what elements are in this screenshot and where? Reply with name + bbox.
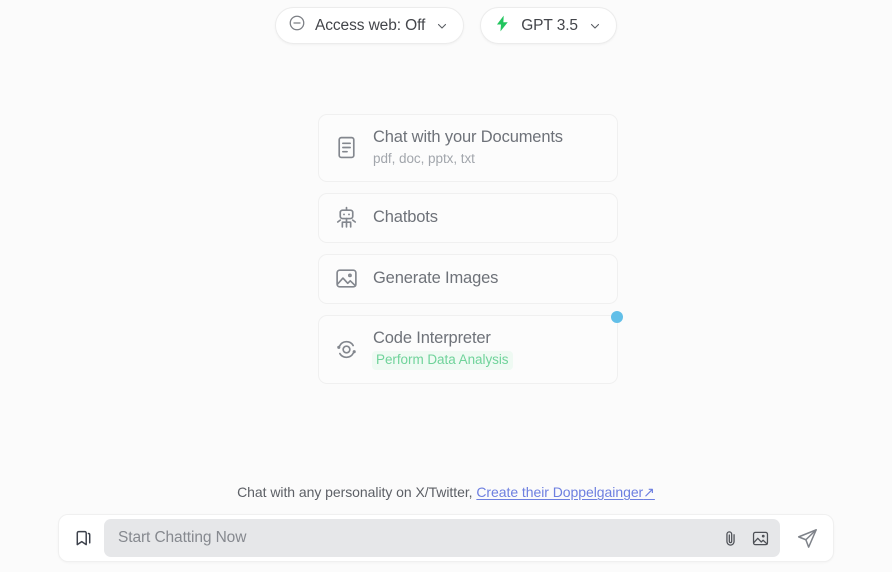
robot-icon <box>333 205 359 231</box>
send-button[interactable] <box>788 519 826 557</box>
file-text-icon <box>333 135 359 161</box>
chat-input[interactable] <box>118 529 712 547</box>
image-attach-icon[interactable] <box>748 526 772 550</box>
model-selector-pill[interactable]: GPT 3.5 <box>480 7 617 44</box>
lightning-bolt-icon <box>493 14 512 38</box>
feature-card-list: Chat with your Documents pdf, doc, pptx,… <box>318 114 623 385</box>
minus-circle-icon <box>288 14 306 37</box>
status-badge <box>611 310 623 323</box>
web-access-label: Access web: Off <box>315 16 426 34</box>
orbit-icon <box>333 337 359 363</box>
message-composer <box>58 514 834 562</box>
chevron-down-icon <box>589 20 600 31</box>
top-toolbar: Access web: Off GPT 3.5 <box>0 7 892 44</box>
card-title: Chat with your Documents <box>373 128 563 146</box>
chat-input-wrapper <box>104 519 780 557</box>
card-chat-with-documents[interactable]: Chat with your Documents pdf, doc, pptx,… <box>318 114 618 182</box>
image-icon <box>333 266 359 292</box>
model-label: GPT 3.5 <box>521 16 578 34</box>
card-chatbots[interactable]: Chatbots <box>318 192 618 243</box>
link-label: Create their Doppelgainger <box>476 484 644 500</box>
card-title: Code Interpreter <box>373 328 491 347</box>
card-code-interpreter[interactable]: Code Interpreter Perform Data Analysis <box>318 310 623 385</box>
card-subtitle: pdf, doc, pptx, txt <box>373 150 475 166</box>
paperclip-icon[interactable] <box>718 526 742 550</box>
web-access-pill[interactable]: Access web: Off <box>275 7 465 44</box>
card-subtitle: Perform Data Analysis <box>372 351 513 371</box>
create-doppelgainger-link[interactable]: Create their Doppelgainger↗ <box>476 484 655 500</box>
external-link-arrow-icon: ↗ <box>643 484 655 500</box>
card-title: Generate Images <box>373 268 499 287</box>
card-title: Chatbots <box>373 207 438 226</box>
card-generate-images[interactable]: Generate Images <box>318 253 618 304</box>
bookmark-icon[interactable] <box>70 525 96 551</box>
footer-hint: Chat with any personality on X/Twitter, … <box>0 484 892 501</box>
chevron-down-icon <box>436 20 447 31</box>
footer-hint-text: Chat with any personality on X/Twitter, <box>237 484 473 500</box>
